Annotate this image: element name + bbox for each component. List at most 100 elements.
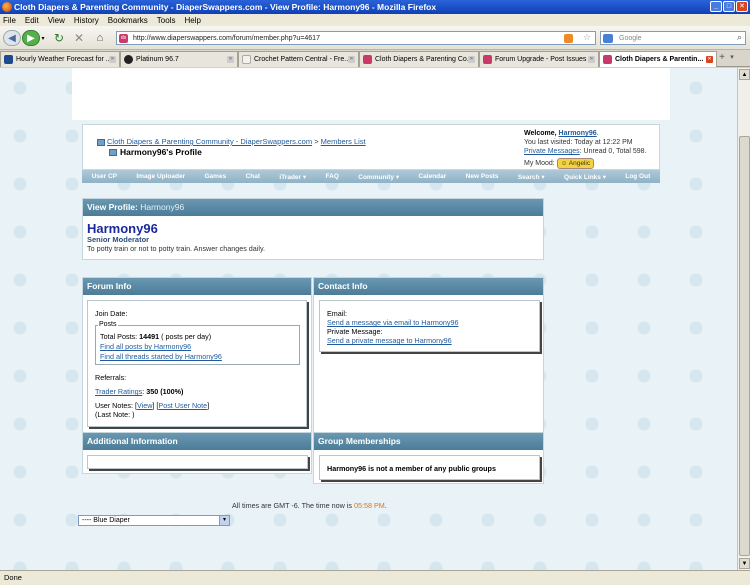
tab-favicon-icon [483, 55, 492, 64]
nav-search[interactable]: Search ▾ [518, 173, 545, 181]
menu-edit[interactable]: Edit [25, 16, 39, 25]
history-dropdown-button[interactable]: ▾ [40, 30, 46, 46]
nav-quick-links[interactable]: Quick Links ▾ [564, 173, 606, 181]
tab-crochet[interactable]: Crochet Pattern Central - Fre... ✕ [238, 51, 359, 67]
nav-user-cp[interactable]: User CP [92, 173, 117, 180]
menu-view[interactable]: View [48, 16, 65, 25]
post-user-note-link[interactable]: Post User Note [158, 401, 207, 410]
breadcrumb-home-link[interactable]: Cloth Diapers & Parenting Community - Di… [107, 137, 312, 146]
chevron-down-icon: ▾ [219, 516, 229, 525]
reload-icon: ↻ [53, 31, 65, 45]
back-arrow-icon: ◀ [8, 32, 16, 44]
menu-bookmarks[interactable]: Bookmarks [108, 16, 148, 25]
reload-button[interactable]: ↻ [52, 30, 66, 46]
tab-forum-upgrade[interactable]: Forum Upgrade - Post Issues ... ✕ [479, 51, 599, 67]
search-placeholder: Google [619, 34, 642, 42]
view-notes-link[interactable]: View [137, 401, 152, 410]
search-icon[interactable]: ⌕ [737, 32, 742, 43]
tab-close-icon[interactable]: ✕ [348, 56, 355, 63]
stop-icon: ✕ [73, 31, 85, 45]
scroll-up-arrow-icon[interactable]: ▲ [739, 69, 750, 80]
minimize-button[interactable]: _ [710, 1, 722, 12]
panel-header: Contact Info [314, 278, 543, 295]
send-email-link[interactable]: Send a message via email to Harmony96 [327, 318, 458, 327]
nav-faq[interactable]: FAQ [326, 173, 339, 180]
tab-close-icon[interactable]: ✕ [468, 56, 475, 63]
tab-weather[interactable]: Hourly Weather Forecast for ... ✕ [0, 51, 120, 67]
find-threads-link[interactable]: Find all threads started by Harmony96 [100, 352, 222, 361]
nav-image-uploader[interactable]: Image Uploader [136, 173, 185, 180]
welcome-user-link[interactable]: Harmony96 [559, 130, 597, 137]
contact-info-panel: Contact Info Email: Send a message via e… [313, 277, 544, 433]
vertical-scrollbar[interactable]: ▲ ▼ [737, 68, 750, 570]
posts-legend: Posts [98, 321, 118, 328]
style-selector[interactable]: ---- Blue Diaper ▾ [78, 515, 230, 526]
user-notes: User Notes: [View] [Post User Note] [95, 401, 210, 410]
tab-favicon-icon [124, 55, 133, 64]
contact-info-box: Email: Send a message via email to Harmo… [319, 300, 540, 352]
nav-calendar[interactable]: Calendar [418, 173, 446, 180]
forum-header: Cloth Diapers & Parenting Community - Di… [82, 124, 660, 170]
group-memberships-box: Harmony96 is not a member of any public … [319, 455, 540, 480]
google-icon [603, 34, 613, 43]
menu-file[interactable]: File [3, 16, 16, 25]
tab-profile-active[interactable]: Cloth Diapers & Parentin... ✕ [599, 51, 717, 67]
forum-info-box: Join Date: Posts Total Posts: 14491 ( po… [87, 300, 307, 427]
panel-header: View Profile: Harmony96 [83, 199, 543, 216]
tab-close-icon[interactable]: ✕ [227, 56, 234, 63]
trader-ratings-link[interactable]: Trader Ratings [95, 387, 142, 396]
tab-close-icon[interactable]: ✕ [109, 56, 116, 63]
forward-arrow-icon: ▶ [27, 32, 35, 44]
breadcrumb-members-link[interactable]: Members List [321, 137, 366, 146]
window-title: Cloth Diapers & Parenting Community - Di… [14, 2, 437, 12]
bookmark-star-icon[interactable]: ☆ [583, 32, 591, 43]
back-button[interactable]: ◀ [3, 30, 21, 46]
forum-home-icon [97, 138, 105, 146]
tab-close-icon[interactable]: ✕ [588, 56, 595, 63]
tab-list-dropdown[interactable]: ▾ [727, 50, 737, 66]
footer-time: All times are GMT -6. The time now is 05… [232, 501, 387, 510]
nav-log-out[interactable]: Log Out [625, 173, 650, 180]
breadcrumb-separator: > [314, 137, 319, 146]
tab-platinum[interactable]: Platinum 96.7 ✕ [120, 51, 238, 67]
additional-info-panel: Additional Information [82, 432, 312, 474]
page-title: Harmony96's Profile [109, 147, 202, 157]
menu-tools[interactable]: Tools [157, 16, 176, 25]
status-bar: Done [0, 570, 750, 585]
additional-info-box [87, 455, 308, 469]
new-tab-button[interactable]: + [717, 50, 727, 66]
scroll-thumb[interactable] [739, 136, 750, 556]
profile-status: To potty train or not to potty train. An… [87, 244, 266, 253]
maximize-button[interactable]: □ [723, 1, 735, 12]
posts-fieldset: Posts Total Posts: 14491 ( posts per day… [95, 321, 300, 365]
nav-new-posts[interactable]: New Posts [466, 173, 499, 180]
scroll-down-arrow-icon[interactable]: ▼ [739, 558, 750, 569]
tab-bar: Hourly Weather Forecast for ... ✕ Platinu… [0, 50, 750, 67]
nav-chat[interactable]: Chat [246, 173, 260, 180]
tab-favicon-icon [603, 55, 612, 64]
search-input[interactable]: Google ⌕ [600, 31, 746, 45]
groups-text: Harmony96 is not a member of any public … [327, 464, 496, 473]
forward-button[interactable]: ▶ [22, 30, 40, 46]
send-pm-link[interactable]: Send a private message to Harmony96 [327, 336, 452, 345]
nav-community[interactable]: Community ▾ [358, 173, 399, 181]
forum-nav-strip: User CP Image Uploader Games Chat iTrade… [82, 170, 660, 183]
stop-button[interactable]: ✕ [72, 30, 86, 46]
pm-status: : Unread 0, Total 598. [579, 148, 647, 155]
close-button[interactable]: ✕ [736, 1, 748, 12]
nav-itrader[interactable]: iTrader ▾ [279, 173, 306, 181]
last-note: (Last Note: ) [95, 410, 135, 419]
nav-games[interactable]: Games [205, 173, 227, 180]
private-messages-link[interactable]: Private Messages [524, 148, 580, 155]
find-posts-link[interactable]: Find all posts by Harmony96 [100, 342, 191, 351]
tab-cloth-diapers[interactable]: Cloth Diapers & Parenting Co... ✕ [359, 51, 479, 67]
site-favicon: ds [119, 34, 128, 43]
email-label: Email: [327, 309, 347, 318]
address-bar[interactable]: ds http://www.diaperswappers.com/forum/m… [116, 31, 596, 45]
home-button[interactable]: ⌂ [92, 30, 108, 46]
style-selected-value: ---- Blue Diaper [82, 517, 130, 524]
menu-history[interactable]: History [74, 16, 99, 25]
menu-help[interactable]: Help [184, 16, 200, 25]
mood-badge[interactable]: ☺ Angelic [556, 158, 595, 169]
tab-close-icon[interactable]: ✕ [706, 56, 713, 63]
